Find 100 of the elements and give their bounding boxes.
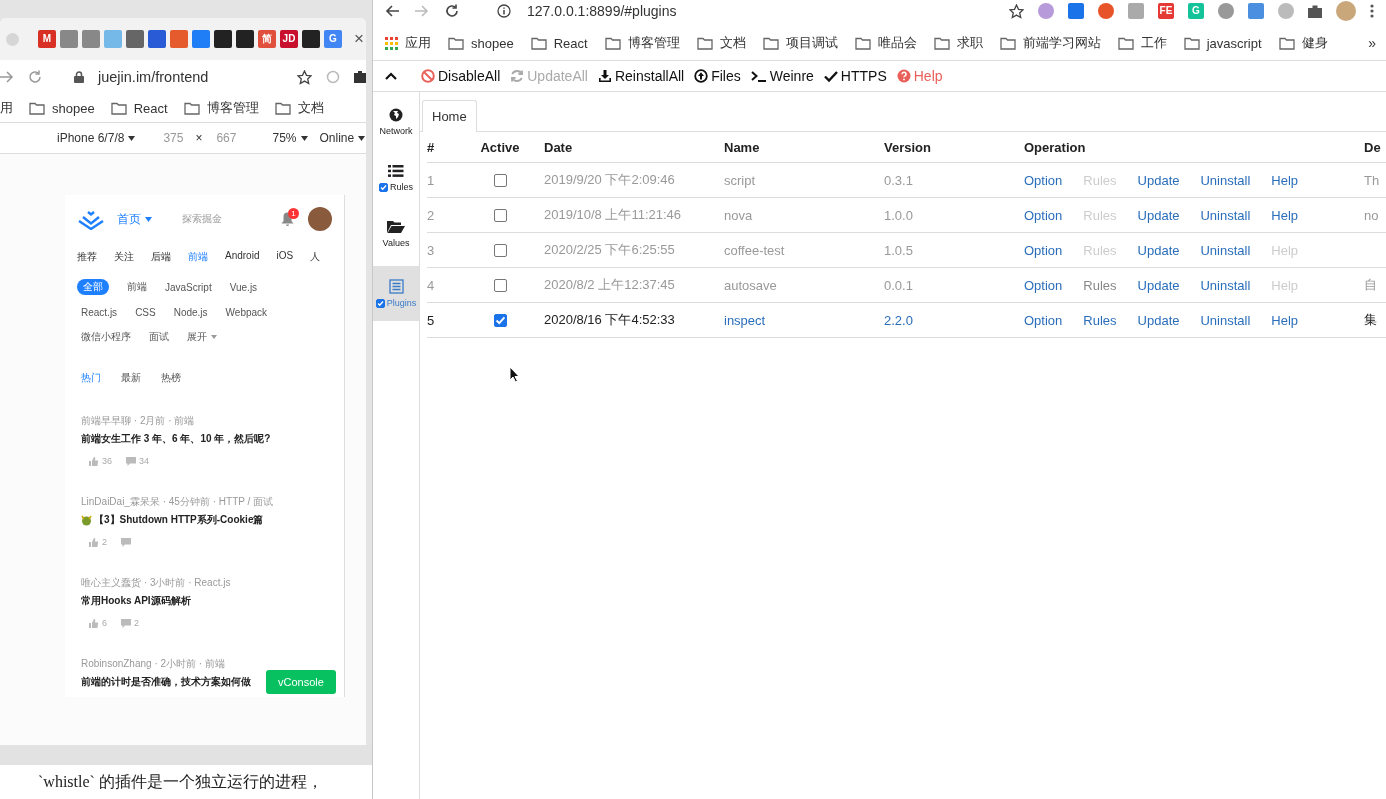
caret-icon[interactable] xyxy=(300,135,308,141)
category-tab[interactable]: iOS xyxy=(276,250,294,264)
bookmark[interactable]: React xyxy=(110,100,168,116)
network-dropdown[interactable]: Online xyxy=(319,131,355,145)
operation-link[interactable]: Rules xyxy=(1083,312,1117,328)
operation-link[interactable]: Update xyxy=(1137,312,1180,328)
bookmark[interactable]: 健身 xyxy=(1278,34,1328,52)
operation-link[interactable]: Option xyxy=(1024,277,1063,293)
forward-icon[interactable] xyxy=(415,5,429,17)
checkbox[interactable] xyxy=(493,208,507,222)
avatar[interactable] xyxy=(308,207,332,231)
toolbar-button[interactable]: DisableAll xyxy=(421,68,501,84)
thumb-up-icon[interactable] xyxy=(89,456,99,466)
sidebar-item[interactable]: Plugins xyxy=(373,266,419,321)
bookmark[interactable]: 应用 xyxy=(385,34,431,52)
tag[interactable]: 前端 xyxy=(127,279,147,295)
checkbox[interactable] xyxy=(375,298,385,308)
forward-icon[interactable] xyxy=(0,71,14,83)
toolbar-button[interactable]: Files xyxy=(694,68,741,84)
tag[interactable]: Node.js xyxy=(173,304,208,320)
star-icon[interactable] xyxy=(297,69,312,85)
checkbox[interactable] xyxy=(493,278,507,292)
operation-link[interactable]: Update xyxy=(1137,277,1180,293)
operation-link[interactable]: Option xyxy=(1024,242,1063,258)
back-icon[interactable] xyxy=(385,5,399,17)
category-tab[interactable]: 人 xyxy=(310,250,321,264)
sort-tab[interactable]: 热榜 xyxy=(161,371,181,385)
favicon[interactable]: 简 xyxy=(258,30,276,48)
extension-icon[interactable] xyxy=(1278,3,1294,19)
logo-icon[interactable] xyxy=(77,208,105,230)
close-tab-button[interactable]: × xyxy=(354,29,364,49)
operation-link[interactable]: Update xyxy=(1137,172,1180,188)
favicon[interactable]: M xyxy=(38,30,56,48)
tag[interactable]: 微信小程序 xyxy=(81,329,131,345)
category-tab[interactable]: 关注 xyxy=(114,250,134,264)
tag[interactable]: 面试 xyxy=(149,329,169,345)
device-dropdown[interactable]: iPhone 6/7/8 xyxy=(57,131,125,145)
tag[interactable]: Webpack xyxy=(225,304,268,320)
article-title[interactable]: 常用Hooks API源码解析 xyxy=(81,594,191,608)
checkbox[interactable] xyxy=(379,182,388,192)
operation-link[interactable]: Uninstall xyxy=(1200,207,1251,223)
thumb-up-icon[interactable] xyxy=(89,537,99,547)
caret-icon[interactable] xyxy=(358,135,366,141)
extension-icon[interactable] xyxy=(1098,3,1114,19)
bookmark[interactable]: 唯品会 xyxy=(854,34,917,52)
bookmark[interactable]: 项目调试 xyxy=(762,34,838,52)
operation-link[interactable]: Update xyxy=(1137,242,1180,258)
operation-link[interactable]: Option xyxy=(1024,207,1063,223)
tag[interactable]: React.js xyxy=(81,304,118,320)
category-tab[interactable]: Android xyxy=(225,250,260,264)
sidebar-item[interactable]: Values xyxy=(373,210,419,258)
thumb-up-icon[interactable] xyxy=(89,618,99,628)
extension-icon[interactable] xyxy=(1038,3,1054,19)
extension-icon[interactable] xyxy=(326,70,340,84)
operation-link[interactable]: Option xyxy=(1024,172,1063,188)
extension-button[interactable]: FE xyxy=(1158,3,1174,19)
extension-icon[interactable] xyxy=(1218,3,1234,19)
comment-icon[interactable] xyxy=(126,456,136,466)
operation-link[interactable]: Uninstall xyxy=(1200,172,1251,188)
sort-tab[interactable]: 热门 xyxy=(81,371,101,385)
caret-icon[interactable] xyxy=(128,135,136,141)
category-tab[interactable]: 后端 xyxy=(151,250,171,264)
collapse-icon[interactable] xyxy=(385,72,397,80)
category-tab[interactable]: 推荐 xyxy=(77,250,97,264)
bookmark[interactable]: 文档 xyxy=(696,34,746,52)
bookmark[interactable]: 博客管理 xyxy=(604,34,680,52)
operation-link[interactable]: Uninstall xyxy=(1200,277,1251,293)
operation-link[interactable]: Help xyxy=(1271,172,1299,188)
bookmark[interactable]: 前端学习网站 xyxy=(999,34,1101,52)
tag[interactable]: JavaScript xyxy=(165,279,212,295)
address-field[interactable]: juejin.im/frontend xyxy=(98,69,209,85)
operation-link[interactable]: Help xyxy=(1271,207,1299,223)
category-tab[interactable]: 前端 xyxy=(188,250,208,264)
operation-link[interactable]: Option xyxy=(1024,312,1063,328)
toolbar-button[interactable]: ReinstallAll xyxy=(597,68,685,84)
address-field[interactable]: 127.0.0.1:8899/#plugins xyxy=(527,3,677,19)
zoom-dropdown[interactable]: 75% xyxy=(272,131,297,145)
bookmark[interactable]: 文档 xyxy=(274,99,324,117)
bookmark[interactable]: 用 xyxy=(0,99,13,117)
reload-icon[interactable] xyxy=(445,4,459,18)
profile-avatar[interactable] xyxy=(1336,1,1356,21)
article-title[interactable]: 前端的计时是否准确，技术方案如何做 xyxy=(81,675,251,689)
version-link[interactable]: 2.2.0 xyxy=(884,312,913,328)
operation-link[interactable]: Uninstall xyxy=(1200,242,1251,258)
favicon-icon[interactable] xyxy=(302,30,320,48)
checkbox[interactable] xyxy=(493,173,507,187)
home-nav[interactable]: 首页 xyxy=(117,210,152,228)
operation-link[interactable]: Help xyxy=(1271,312,1299,328)
bookmark[interactable]: 工作 xyxy=(1117,34,1167,52)
bookmark[interactable]: 博客管理 xyxy=(183,99,259,117)
tag[interactable]: Vue.js xyxy=(229,279,258,295)
toolbar-button[interactable]: Weinre xyxy=(750,68,814,84)
comment-icon[interactable] xyxy=(121,618,131,628)
operation-link[interactable]: Uninstall xyxy=(1200,312,1251,328)
sort-tab[interactable]: 最新 xyxy=(121,371,141,385)
expand-button[interactable]: 展开 xyxy=(187,329,217,345)
favicon-icon[interactable] xyxy=(236,30,254,48)
more-vertical-icon[interactable] xyxy=(1370,4,1374,18)
article-title[interactable]: 前端女生工作 3 年、6 年、10 年，然后呢? xyxy=(81,432,271,446)
favicon-icon[interactable] xyxy=(214,30,232,48)
